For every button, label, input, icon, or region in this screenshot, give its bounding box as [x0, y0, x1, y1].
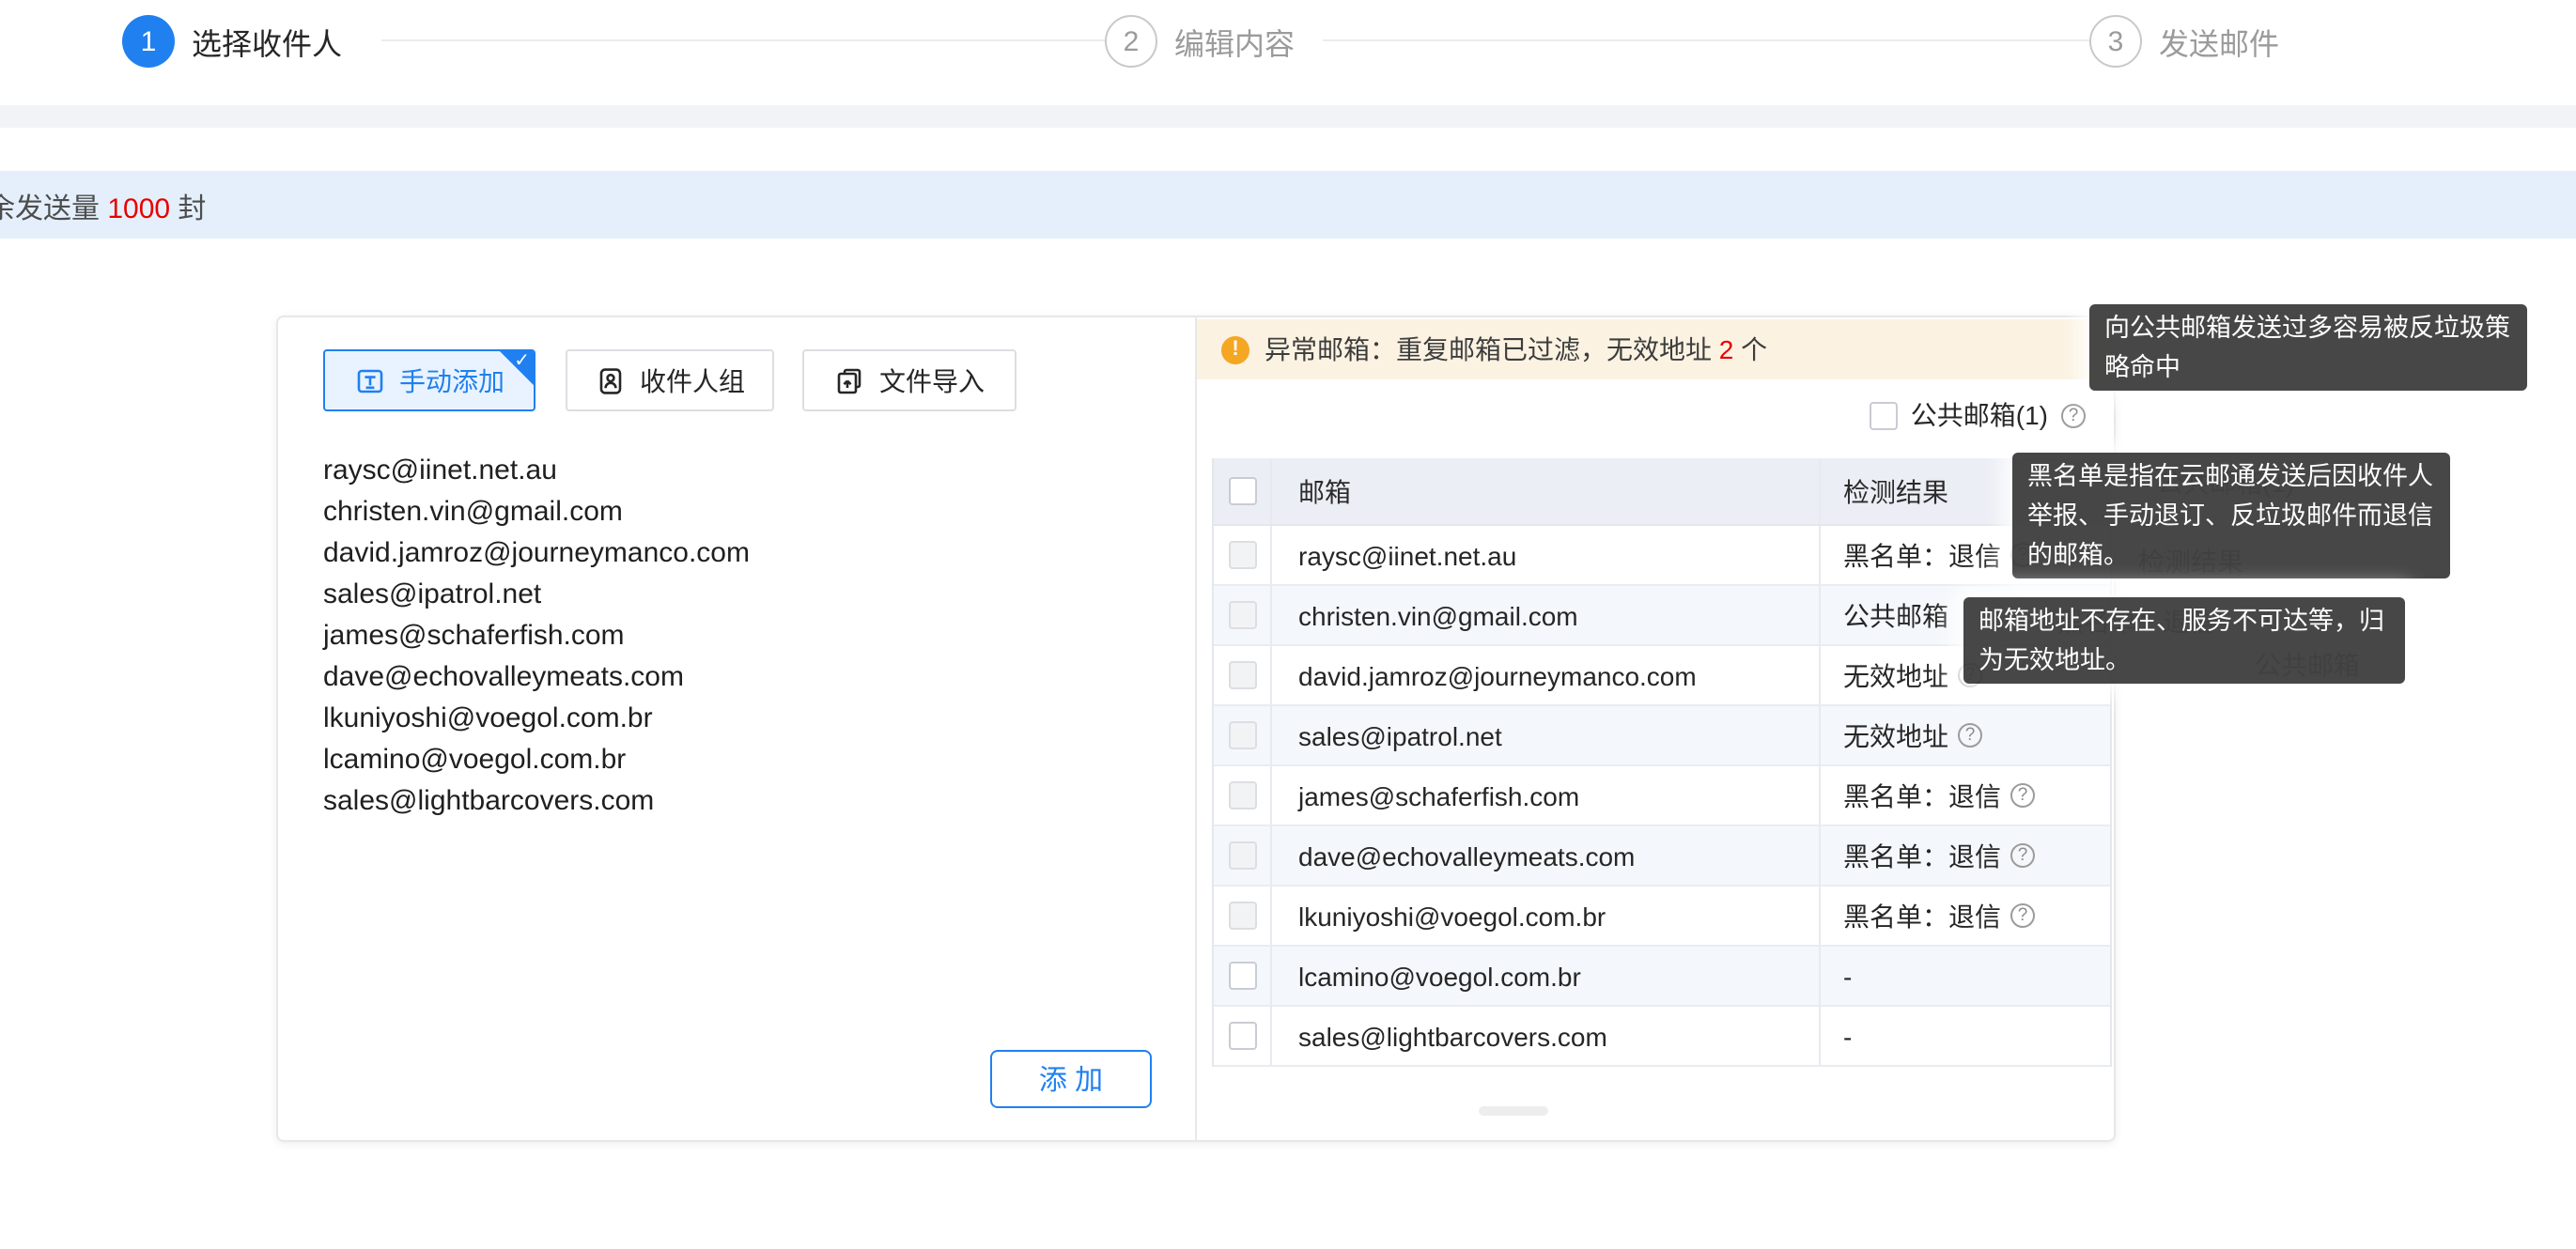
contact-group-icon: [595, 365, 625, 395]
email-line: lcamino@voegol.com.br: [323, 740, 943, 781]
table-row: dave@echovalleymeats.com黑名单：退信?: [1214, 826, 2110, 887]
warning-text: 异常邮箱：重复邮箱已过滤，无效地址 2 个: [1265, 331, 1767, 368]
invalid-count: 2: [1719, 334, 1734, 364]
tab-manual-add-label: 手动添加: [399, 362, 504, 399]
email-line: david.jamroz@journeymanco.com: [323, 533, 943, 575]
row-checkbox: [1228, 721, 1256, 749]
public-mailbox-row: 公共邮箱(1) ?: [1870, 396, 2086, 434]
email-line: sales@lightbarcovers.com: [323, 781, 943, 823]
email-cell: dave@echovalleymeats.com: [1272, 826, 1821, 885]
add-button[interactable]: 添 加: [990, 1050, 1152, 1108]
email-cell: james@schaferfish.com: [1272, 766, 1821, 825]
result-help-icon[interactable]: ?: [1958, 723, 1982, 748]
result-cell: 无效地址?: [1821, 706, 2114, 764]
email-cell: david.jamroz@journeymanco.com: [1272, 646, 1821, 704]
tooltip-blacklist: 黑名单是指在云邮通发送后因收件人举报、手动退订、反垃圾邮件而退信的邮箱。: [2012, 453, 2450, 578]
warning-icon: !: [1221, 335, 1249, 363]
column-header-email: 邮箱: [1272, 458, 1821, 524]
quota-bar: 余发送量 1000 封: [0, 171, 2576, 239]
row-checkbox[interactable]: [1228, 962, 1256, 990]
step-2-label: 编辑内容: [1174, 19, 1295, 64]
email-line: raysc@iinet.net.au: [323, 451, 943, 492]
text-input-icon: [354, 365, 384, 395]
email-cell: sales@ipatrol.net: [1272, 706, 1821, 764]
row-checkbox[interactable]: [1228, 1022, 1256, 1050]
tooltip-public-mailbox: 向公共邮箱发送过多容易被反垃圾策略命中: [2089, 304, 2527, 391]
quota-count: 1000: [107, 193, 170, 225]
table-row: lkuniyoshi@voegol.com.br黑名单：退信?: [1214, 887, 2110, 947]
tab-file-import-label: 文件导入: [879, 362, 985, 399]
email-line: sales@ipatrol.net: [323, 575, 943, 616]
email-cell: christen.vin@gmail.com: [1272, 586, 1821, 644]
step-2-edit-content: 2 编辑内容: [1105, 15, 1295, 68]
quota-suffix: 封: [170, 193, 206, 225]
step-3-number: 3: [2089, 15, 2142, 68]
result-cell: 黑名单：退信?: [1821, 826, 2114, 885]
table-header-row: 邮箱 检测结果: [1214, 458, 2110, 526]
recipient-card: 手动添加 ✓ 收件人组 文件导入 raysc@iinet.net.auchris…: [276, 316, 2116, 1142]
tab-recipient-group-label: 收件人组: [640, 362, 745, 399]
row-checkbox: [1228, 781, 1256, 810]
check-icon: ✓: [514, 351, 530, 372]
result-help-icon[interactable]: ?: [2010, 843, 2035, 868]
select-all-checkbox[interactable]: [1228, 477, 1256, 505]
step-1-label: 选择收件人: [192, 19, 342, 64]
result-help-icon[interactable]: ?: [2010, 783, 2035, 808]
result-cell: 黑名单：退信?: [1821, 887, 2114, 945]
quota-text: 余发送量 1000 封: [0, 188, 206, 227]
step-3-send-mail: 3 发送邮件: [2089, 15, 2279, 68]
check-result-table: 邮箱 检测结果 raysc@iinet.net.au黑名单：退信?christe…: [1212, 458, 2112, 1067]
email-line: lkuniyoshi@voegol.com.br: [323, 699, 943, 740]
step-wizard: 1 选择收件人 2 编辑内容 3 发送邮件: [0, 0, 2576, 105]
result-cell: -: [1821, 1007, 2114, 1065]
step-connector-2: [1323, 39, 2095, 41]
result-cell: -: [1821, 947, 2114, 1005]
email-cell: lkuniyoshi@voegol.com.br: [1272, 887, 1821, 945]
email-line: dave@echovalleymeats.com: [323, 657, 943, 699]
email-cell: sales@lightbarcovers.com: [1272, 1007, 1821, 1065]
public-mailbox-help-icon[interactable]: ?: [2061, 403, 2086, 427]
file-import-icon: [834, 365, 864, 395]
row-checkbox: [1228, 661, 1256, 689]
email-cell: lcamino@voegol.com.br: [1272, 947, 1821, 1005]
table-row: sales@ipatrol.net无效地址?: [1214, 706, 2110, 766]
table-row: james@schaferfish.com黑名单：退信?: [1214, 766, 2110, 826]
manual-email-input-area[interactable]: raysc@iinet.net.auchristen.vin@gmail.com…: [323, 451, 943, 823]
quota-prefix: 余发送量: [0, 193, 107, 225]
step-3-label: 发送邮件: [2159, 19, 2279, 64]
send-mail-wizard-page: 1 选择收件人 2 编辑内容 3 发送邮件 余发送量 1000 封 手动添加: [0, 0, 2576, 1249]
tab-recipient-group[interactable]: 收件人组: [566, 349, 774, 411]
step-connector-1: [381, 39, 1118, 41]
table-row: sales@lightbarcovers.com-: [1214, 1007, 2110, 1067]
email-line: christen.vin@gmail.com: [323, 492, 943, 533]
horizontal-scrollbar-thumb[interactable]: [1479, 1106, 1548, 1116]
table-row: lcamino@voegol.com.br-: [1214, 947, 2110, 1007]
tab-manual-add[interactable]: 手动添加 ✓: [323, 349, 535, 411]
result-cell: 黑名单：退信?: [1821, 766, 2114, 825]
email-cell: raysc@iinet.net.au: [1272, 526, 1821, 584]
row-checkbox: [1228, 541, 1256, 569]
row-checkbox: [1228, 841, 1256, 870]
row-checkbox: [1228, 902, 1256, 930]
result-help-icon[interactable]: ?: [2010, 903, 2035, 928]
email-line: james@schaferfish.com: [323, 616, 943, 657]
row-checkbox: [1228, 601, 1256, 629]
abnormal-mailbox-warning: ! 异常邮箱：重复邮箱已过滤，无效地址 2 个: [1197, 319, 2116, 379]
public-mailbox-checkbox[interactable]: [1870, 401, 1898, 429]
table-row: raysc@iinet.net.au黑名单：退信?: [1214, 526, 2110, 586]
tooltip-invalid-address: 邮箱地址不存在、服务不可达等，归为无效地址。: [1963, 597, 2405, 684]
header-divider-band: [0, 105, 2576, 128]
public-mailbox-label: 公共邮箱(1): [1911, 396, 2048, 434]
step-1-select-recipients: 1 选择收件人: [122, 15, 342, 68]
step-2-number: 2: [1105, 15, 1157, 68]
panel-divider: [1195, 317, 1197, 1140]
tab-file-import[interactable]: 文件导入: [802, 349, 1016, 411]
step-1-number: 1: [122, 15, 175, 68]
